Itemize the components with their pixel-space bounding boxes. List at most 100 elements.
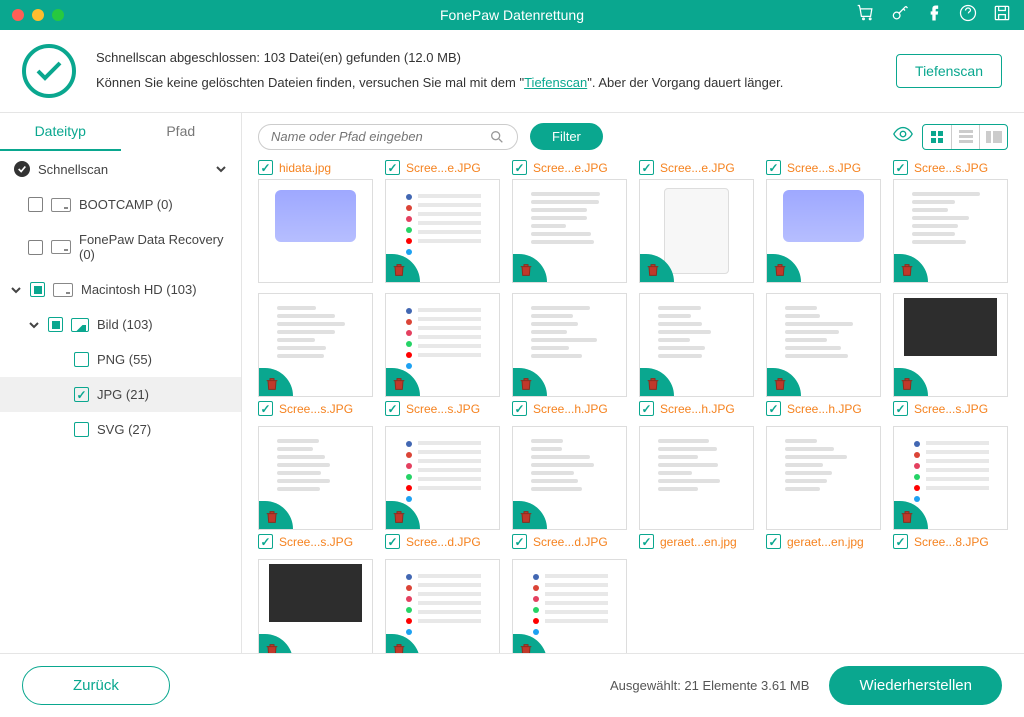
maximize-window-button[interactable] [52,9,64,21]
file-item[interactable]: Scree...d.JPG [512,426,627,549]
list-view-button[interactable] [951,125,979,149]
back-button[interactable]: Zurück [22,666,170,705]
file-item[interactable]: Scree...7.JPG [385,559,500,653]
file-item[interactable]: Scree...8.JPG [893,426,1008,549]
chevron-down-icon [215,163,227,175]
file-name: Scree...s.JPG [787,161,861,175]
app-title: FonePaw Datenrettung [440,7,584,23]
drive-icon [51,240,71,254]
checkbox-partial[interactable] [30,282,45,297]
file-thumbnail[interactable] [512,179,627,283]
file-item[interactable]: Scree...s.JPG [893,160,1008,283]
help-icon[interactable] [958,3,978,28]
file-checkbox[interactable] [512,534,527,549]
file-thumbnail[interactable] [385,293,500,397]
tree-fonepaw[interactable]: FonePaw Data Recovery (0) [0,222,241,272]
deepscan-link[interactable]: Tiefenscan [524,75,587,90]
checkbox[interactable] [28,197,43,212]
file-thumbnail[interactable] [766,293,881,397]
key-icon[interactable] [890,3,910,28]
tree-bild[interactable]: Bild (103) [0,307,241,342]
file-item[interactable]: Scree...e.JPG [512,160,627,283]
file-item[interactable]: Scree...e.JPG [639,160,754,283]
file-thumbnail[interactable] [766,426,881,530]
file-item[interactable]: Scree...4.JPG [258,559,373,653]
file-item[interactable]: geraet...en.jpg [639,426,754,549]
filter-button[interactable]: Filter [530,123,603,150]
file-checkbox[interactable] [639,534,654,549]
file-thumbnail[interactable] [385,426,500,530]
file-checkbox[interactable] [893,534,908,549]
close-window-button[interactable] [12,9,24,21]
file-item[interactable]: Scree...s.JPG [258,426,373,549]
search-input[interactable] [271,129,489,144]
file-checkbox[interactable] [385,534,400,549]
file-checkbox[interactable] [766,401,781,416]
file-checkbox[interactable] [512,401,527,416]
file-checkbox[interactable] [639,160,654,175]
preview-icon[interactable] [892,123,914,150]
file-thumbnail[interactable] [258,559,373,653]
file-item[interactable]: Scree...s.JPG [385,293,500,416]
file-item[interactable]: Scree...h.JPG [512,293,627,416]
deepscan-button[interactable]: Tiefenscan [896,54,1002,88]
file-thumbnail[interactable] [512,293,627,397]
file-thumbnail[interactable] [258,293,373,397]
file-thumbnail[interactable] [639,179,754,283]
tab-path[interactable]: Pfad [121,113,242,151]
file-checkbox[interactable] [258,401,273,416]
file-checkbox[interactable] [766,534,781,549]
tab-filetype[interactable]: Dateityp [0,113,121,151]
tree-png[interactable]: PNG (55) [0,342,241,377]
detail-view-button[interactable] [979,125,1007,149]
tree-bootcamp[interactable]: BOOTCAMP (0) [0,187,241,222]
file-checkbox[interactable] [893,160,908,175]
file-checkbox[interactable] [512,160,527,175]
checkbox-partial[interactable] [48,317,63,332]
file-checkbox[interactable] [258,534,273,549]
tree-jpg[interactable]: JPG (21) [0,377,241,412]
checkbox-checked[interactable] [74,387,89,402]
file-checkbox[interactable] [385,401,400,416]
facebook-icon[interactable] [924,3,944,28]
file-thumbnail[interactable] [893,426,1008,530]
file-item[interactable]: Scree...s.JPG [258,293,373,416]
file-checkbox[interactable] [766,160,781,175]
file-checkbox[interactable] [639,401,654,416]
file-checkbox[interactable] [385,160,400,175]
file-checkbox[interactable] [258,160,273,175]
file-item[interactable]: Scree...s.JPG [893,293,1008,416]
search-box[interactable] [258,124,518,150]
recover-button[interactable]: Wiederherstellen [829,666,1002,705]
file-thumbnail[interactable] [639,426,754,530]
checkbox[interactable] [74,352,89,367]
file-item[interactable]: geraet...en.jpg [766,426,881,549]
minimize-window-button[interactable] [32,9,44,21]
file-thumbnail[interactable] [639,293,754,397]
file-item[interactable]: Scree...7.JPG [512,559,627,653]
file-thumbnail[interactable] [893,293,1008,397]
file-checkbox[interactable] [893,401,908,416]
tree-schnellscan[interactable]: Schnellscan [0,151,241,187]
file-thumbnail[interactable] [893,179,1008,283]
checkbox[interactable] [28,240,43,255]
file-item[interactable]: Scree...h.JPG [766,293,881,416]
file-thumbnail[interactable] [385,559,500,653]
save-icon[interactable] [992,3,1012,28]
file-thumbnail[interactable] [512,426,627,530]
file-item[interactable]: hidata.jpg [258,160,373,283]
file-item[interactable]: Scree...e.JPG [385,160,500,283]
tree-svg[interactable]: SVG (27) [0,412,241,447]
checkbox[interactable] [74,422,89,437]
file-thumbnail[interactable] [385,179,500,283]
file-thumbnail[interactable] [258,426,373,530]
file-item[interactable]: Scree...s.JPG [766,160,881,283]
tree-macintosh[interactable]: Macintosh HD (103) [0,272,241,307]
file-thumbnail[interactable] [766,179,881,283]
cart-icon[interactable] [856,3,876,28]
file-item[interactable]: Scree...d.JPG [385,426,500,549]
file-thumbnail[interactable] [258,179,373,283]
grid-view-button[interactable] [923,125,951,149]
file-item[interactable]: Scree...h.JPG [639,293,754,416]
file-thumbnail[interactable] [512,559,627,653]
